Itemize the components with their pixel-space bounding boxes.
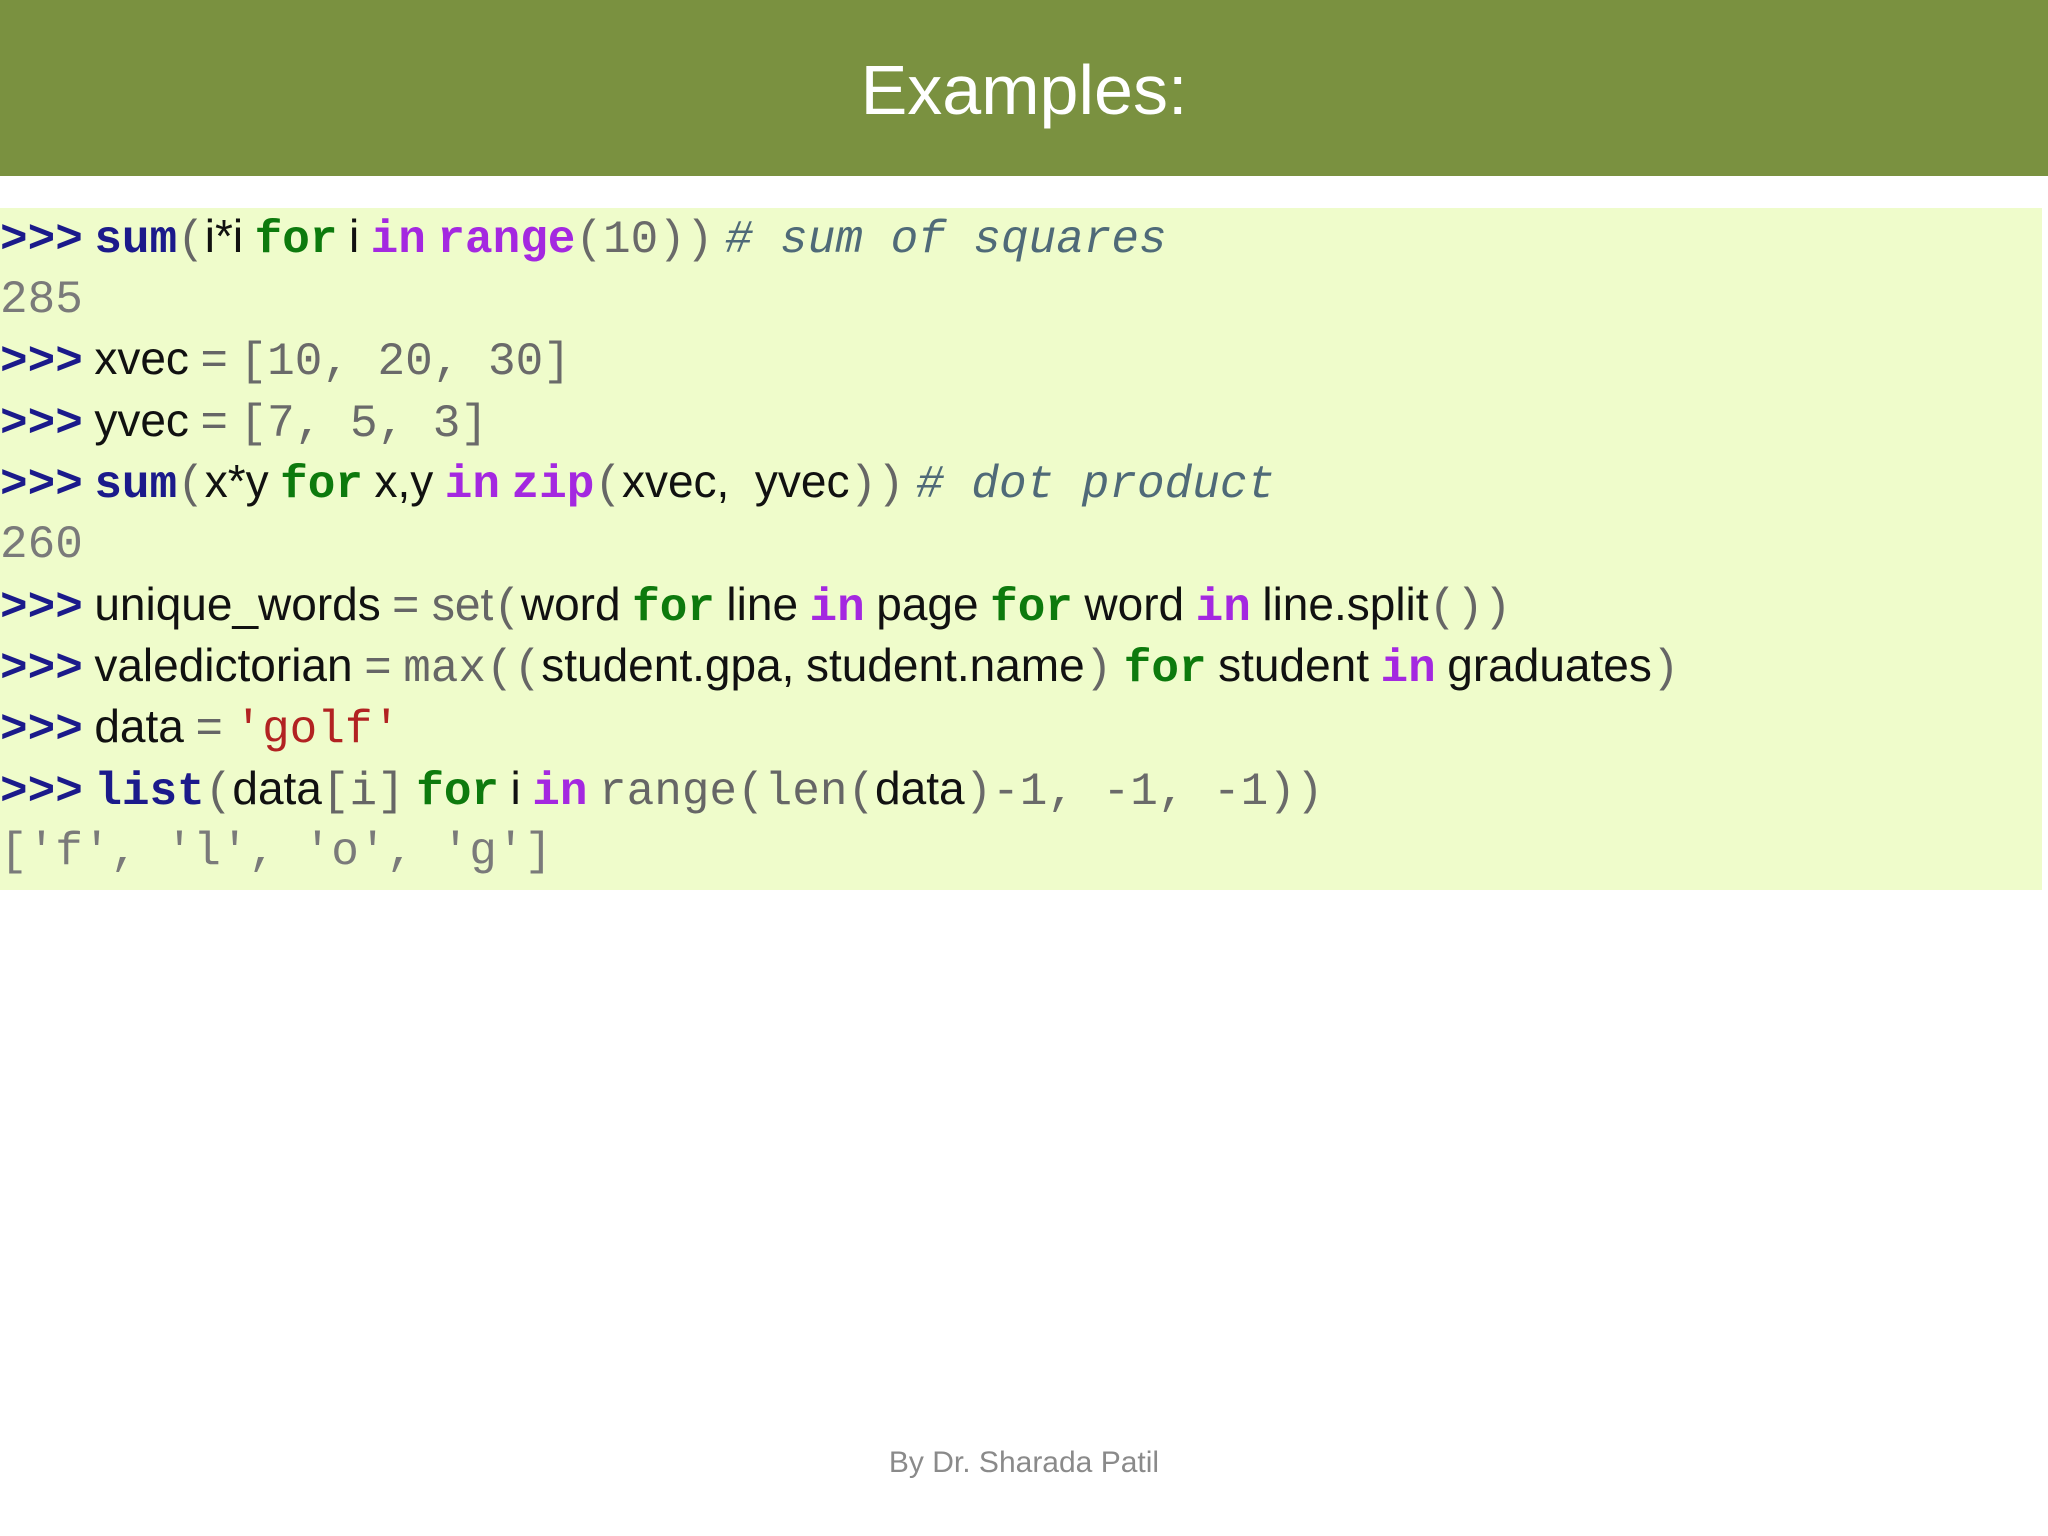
punctuation: ( xyxy=(493,582,521,634)
prompt: >>> xyxy=(0,459,83,511)
code-line-1: >>> sum(i*i for i in range(10)) # sum of… xyxy=(0,208,1167,266)
keyword: for xyxy=(990,582,1073,634)
operator: = xyxy=(200,336,229,388)
punctuation: ) xyxy=(1651,643,1680,695)
prompt: >>> xyxy=(0,214,83,266)
punctuation: ()) xyxy=(1428,582,1512,634)
builtin-name: max(( xyxy=(403,643,542,695)
code-line-5: >>> sum(x*y for x,y in zip(xvec, yvec)) … xyxy=(0,453,1276,511)
punctuation: [i] xyxy=(321,766,405,818)
keyword: for xyxy=(280,459,363,511)
builtin-name: range(len( xyxy=(599,766,876,818)
arguments: (10)) xyxy=(575,214,714,266)
identifier: valedictorian xyxy=(94,639,353,691)
identifier: word xyxy=(520,578,621,630)
keyword: in xyxy=(1380,643,1436,695)
punctuation: ) xyxy=(1084,643,1113,695)
identifier: graduates xyxy=(1447,639,1652,691)
keyword: in xyxy=(532,766,588,818)
arguments: )-1, -1, -1)) xyxy=(964,766,1324,818)
identifier: data xyxy=(875,762,965,814)
keyword: in xyxy=(809,582,865,634)
slide-footer: By Dr. Sharada Patil xyxy=(888,1446,1160,1479)
keyword: in xyxy=(370,214,426,266)
string-literal: 'golf' xyxy=(234,704,401,756)
code-comment: # dot product xyxy=(916,459,1276,511)
code-line-8: >>> valedictorian = max((student.gpa, st… xyxy=(0,637,1680,695)
identifier: unique_words xyxy=(94,578,381,630)
literal-value: [10, 20, 30] xyxy=(239,336,571,388)
code-comment: # sum of squares xyxy=(724,214,1167,266)
code-line-10: >>> list(data[i] for i in range(len(data… xyxy=(0,760,1324,818)
identifier: student.gpa, xyxy=(541,639,795,691)
output-value: 260 xyxy=(0,519,83,571)
function-name: list xyxy=(94,766,205,818)
prompt: >>> xyxy=(0,766,83,818)
prompt: >>> xyxy=(0,336,83,388)
literal-value: [7, 5, 3] xyxy=(239,398,488,450)
function-name: sum xyxy=(94,459,178,511)
code-line-7: >>> unique_words = set(word for line in … xyxy=(0,576,1512,634)
prompt: >>> xyxy=(0,398,83,450)
output-value: 285 xyxy=(0,274,83,326)
code-line-9: >>> data = 'golf' xyxy=(0,698,401,756)
identifier: i xyxy=(510,762,521,814)
operator: = xyxy=(195,704,223,756)
slide-title: Examples: xyxy=(860,51,1188,129)
code-line-3: >>> xvec = [10, 20, 30] xyxy=(0,330,571,388)
prompt: >>> xyxy=(0,704,83,756)
prompt: >>> xyxy=(0,582,83,634)
identifier: x*y xyxy=(204,455,269,507)
operator: = set xyxy=(392,578,494,630)
identifier: yvec xyxy=(94,394,189,446)
operator: = xyxy=(200,398,229,450)
identifier: student xyxy=(1218,639,1370,691)
identifier: data xyxy=(94,700,184,752)
builtin-name: range xyxy=(437,214,576,266)
identifier: xvec xyxy=(94,332,189,384)
operator: = xyxy=(364,643,392,695)
keyword: for xyxy=(1123,643,1207,695)
builtin-name: zip xyxy=(511,459,595,511)
identifier: i*i xyxy=(204,210,244,262)
slide: Examples: >>> sum(i*i for i in range(10)… xyxy=(0,0,2048,1536)
identifier: x,y xyxy=(374,455,434,507)
punctuation: ( xyxy=(177,214,205,266)
keyword: for xyxy=(632,582,715,634)
punctuation: ( xyxy=(177,459,205,511)
prompt: >>> xyxy=(0,643,83,695)
identifier: data xyxy=(232,762,322,814)
code-line-6: 260 xyxy=(0,514,83,571)
identifier: page xyxy=(876,578,979,630)
punctuation: ( xyxy=(594,459,622,511)
code-line-2: 285 xyxy=(0,269,83,326)
punctuation: ( xyxy=(204,766,233,818)
identifier: student.name xyxy=(805,639,1085,691)
keyword: for xyxy=(416,766,500,818)
function-name: sum xyxy=(94,214,178,266)
identifier: xvec, yvec xyxy=(621,455,850,507)
output-value: ['f', 'l', 'o', 'g'] xyxy=(0,826,553,878)
code-line-4: >>> yvec = [7, 5, 3] xyxy=(0,392,488,450)
identifier: word xyxy=(1084,578,1185,630)
identifier: i xyxy=(348,210,360,262)
keyword: for xyxy=(254,214,338,266)
identifier: line.split xyxy=(1262,578,1429,630)
keyword: in xyxy=(444,459,500,511)
identifier: line xyxy=(726,578,799,630)
code-line-11: ['f', 'l', 'o', 'g'] xyxy=(0,821,553,878)
code-block: >>> sum(i*i for i in range(10)) # sum of… xyxy=(0,208,2042,890)
punctuation: )) xyxy=(849,459,905,511)
keyword: in xyxy=(1195,582,1251,634)
